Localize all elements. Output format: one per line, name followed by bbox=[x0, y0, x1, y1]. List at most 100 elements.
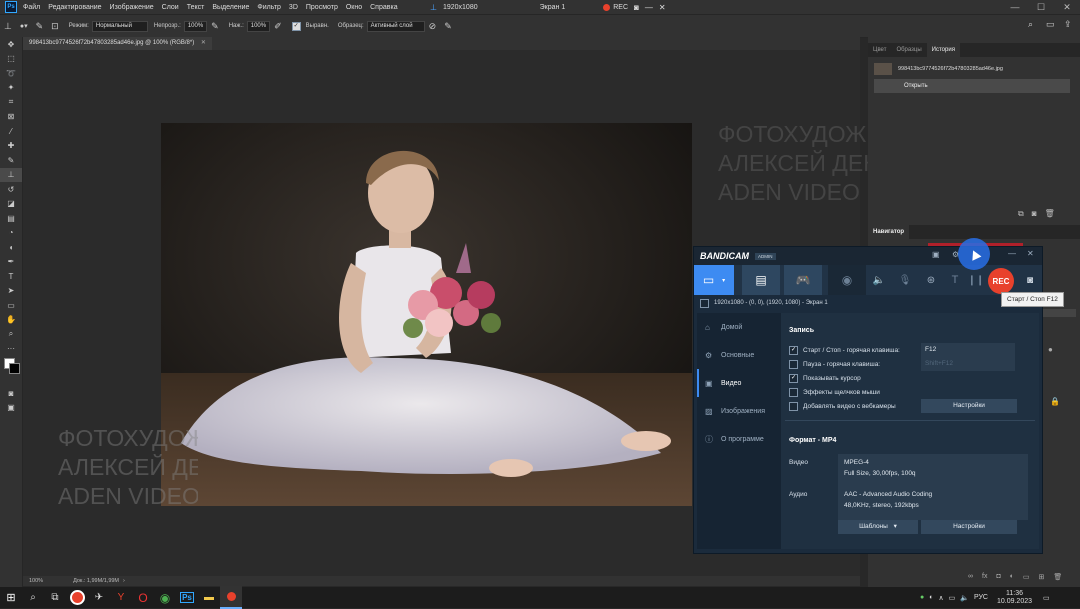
menu-filter[interactable]: Фильтр bbox=[257, 4, 281, 11]
clone-source-icon[interactable]: ⊡ bbox=[51, 21, 59, 32]
text-toggle[interactable]: T bbox=[944, 265, 966, 295]
nav-images[interactable]: ▨ Изображения bbox=[697, 397, 781, 425]
screen-mode-icon[interactable]: ▣ bbox=[0, 401, 22, 416]
tab-navigator[interactable]: Навигатор bbox=[868, 225, 910, 239]
mask-icon[interactable]: ◘ bbox=[996, 573, 1000, 581]
delete-layer-icon[interactable]: 🗑 bbox=[1053, 573, 1062, 581]
network-icon[interactable]: ▭ bbox=[949, 594, 956, 602]
tab-color[interactable]: Цвет bbox=[868, 43, 891, 57]
file-explorer-icon[interactable]: ▬ bbox=[198, 587, 220, 608]
color-swatches[interactable] bbox=[0, 356, 22, 376]
app-generic-icon[interactable]: ✈ bbox=[88, 587, 110, 608]
game-mode-button[interactable]: 🎮 bbox=[784, 265, 822, 295]
path-selection-tool-icon[interactable]: ➤ bbox=[0, 284, 22, 299]
rectangle-tool-icon[interactable]: ▭ bbox=[0, 298, 22, 313]
volume-icon[interactable]: 🔈 bbox=[960, 594, 969, 602]
format-settings-button[interactable]: Настройки bbox=[921, 520, 1017, 534]
webcam-toggle[interactable]: ◉ bbox=[828, 265, 866, 295]
eyedropper-tool-icon[interactable]: ⁄ bbox=[0, 124, 22, 139]
hand-tool-icon[interactable]: ✋ bbox=[0, 313, 22, 328]
menu-image[interactable]: Изображение bbox=[110, 4, 154, 11]
doc-info-arrow-icon[interactable]: › bbox=[123, 578, 125, 584]
menu-view[interactable]: Просмотр bbox=[306, 4, 338, 11]
cursor-toggle[interactable]: ⊛ bbox=[918, 265, 944, 295]
folder-icon[interactable]: ▣ bbox=[932, 250, 940, 259]
tab-swatches[interactable]: Образцы bbox=[891, 43, 926, 57]
photoshop-taskbar-icon[interactable]: Ps bbox=[176, 587, 198, 608]
mini-minimize-icon[interactable]: — bbox=[645, 3, 653, 12]
background-color-swatch[interactable] bbox=[9, 363, 20, 374]
blur-tool-icon[interactable]: ◔ bbox=[0, 226, 22, 241]
tab-history[interactable]: История bbox=[926, 43, 960, 57]
search-taskbar-icon[interactable]: ⌕ bbox=[22, 587, 44, 608]
camera-icon[interactable]: ◙ bbox=[634, 3, 639, 12]
type-tool-icon[interactable]: T bbox=[0, 269, 22, 284]
pressure-field[interactable]: 100% bbox=[246, 20, 271, 32]
menu-help[interactable]: Справка bbox=[370, 4, 397, 11]
pause-hotkey-field[interactable]: Shift+F12 bbox=[921, 357, 1015, 371]
windows-start-icon[interactable]: ⊞ bbox=[0, 587, 22, 608]
airbrush-icon[interactable]: ✐ bbox=[274, 21, 282, 32]
notifications-icon[interactable]: ▭ bbox=[1043, 594, 1050, 602]
clone-stamp-tool-icon[interactable]: ⊥ bbox=[4, 21, 12, 32]
move-tool-icon[interactable]: ✥ bbox=[0, 37, 22, 52]
task-view-icon[interactable]: ⧉ bbox=[44, 587, 66, 608]
group-icon[interactable]: ▭ bbox=[1023, 573, 1030, 581]
marquee-tool-icon[interactable]: ⬚ bbox=[0, 52, 22, 67]
start-stop-hotkey-field[interactable]: F12 bbox=[921, 343, 1015, 357]
record-settings-button[interactable]: Настройки bbox=[921, 399, 1017, 413]
delete-icon[interactable]: 🗑 bbox=[1045, 209, 1055, 219]
dodge-tool-icon[interactable]: ◖ bbox=[0, 240, 22, 255]
language-indicator[interactable]: РУС bbox=[974, 594, 988, 601]
tray-app2-icon[interactable]: ◐ bbox=[929, 594, 933, 601]
clone-stamp-tool-icon-active[interactable]: ⊥ bbox=[0, 167, 22, 182]
tray-app-icon[interactable]: ● bbox=[920, 594, 924, 601]
yandex-browser-icon[interactable]: Y bbox=[110, 587, 132, 608]
pressure-opacity-icon[interactable]: ✎ bbox=[211, 21, 219, 32]
tray-chevron-icon[interactable]: ∧ bbox=[938, 594, 943, 602]
bc-close-icon[interactable]: ✕ bbox=[1027, 249, 1034, 258]
mini-rec-label[interactable]: REC bbox=[613, 4, 628, 11]
target-checkbox[interactable] bbox=[700, 298, 709, 308]
zoom-level[interactable]: 100% bbox=[29, 578, 43, 584]
menu-select[interactable]: Выделение bbox=[212, 4, 249, 11]
screenshot-button[interactable]: ◙ bbox=[1020, 265, 1040, 295]
option-start-stop[interactable]: ✓ Старт / Стоп - горячая клавиша: F12 bbox=[789, 343, 1034, 357]
frame-tool-icon[interactable]: ⊠ bbox=[0, 110, 22, 125]
brush-preset-icon[interactable]: ●▾ bbox=[20, 22, 28, 30]
snapshot-icon[interactable]: ◙ bbox=[1032, 209, 1037, 219]
option-show-cursor[interactable]: ✓ Показывать курсор bbox=[789, 371, 1034, 385]
screen-mode-button[interactable]: ▭ ▾ bbox=[694, 265, 734, 295]
option-click-effects[interactable]: Эффекты щелчков мыши bbox=[789, 385, 1034, 399]
quick-mask-icon[interactable]: ◙ bbox=[0, 386, 22, 401]
option-pause[interactable]: Пауза - горячая клавиша: Shift+F12 bbox=[789, 357, 1034, 371]
opacity-field[interactable]: 100% bbox=[183, 20, 208, 32]
share-icon[interactable]: ⇪ bbox=[1064, 19, 1072, 30]
chrome-icon[interactable]: ◉ bbox=[154, 587, 176, 608]
nav-video[interactable]: ▣ Видео bbox=[697, 369, 781, 397]
align-checkbox[interactable]: ✓ bbox=[291, 21, 301, 31]
nav-general[interactable]: ⚙ Основные bbox=[697, 341, 781, 369]
menu-window[interactable]: Окно bbox=[346, 4, 362, 11]
lasso-tool-icon[interactable]: ➰ bbox=[0, 66, 22, 81]
bandicam-taskbar-icon[interactable] bbox=[220, 586, 242, 609]
bc-minimize-icon[interactable]: — bbox=[1008, 249, 1016, 258]
app-bandicam-icon[interactable] bbox=[66, 587, 88, 608]
opera-icon[interactable]: O bbox=[132, 587, 154, 608]
click-effects-checkbox[interactable] bbox=[789, 387, 798, 397]
pause-checkbox[interactable] bbox=[789, 359, 798, 369]
fx-icon[interactable]: fx bbox=[982, 573, 987, 581]
pin-icon[interactable]: ⊥ bbox=[430, 3, 437, 12]
sample-select[interactable]: Активный слой bbox=[366, 20, 425, 32]
templates-button[interactable]: Шаблоны ▾ bbox=[838, 520, 918, 534]
eraser-tool-icon[interactable]: ◪ bbox=[0, 197, 22, 212]
mini-close-icon[interactable]: ✕ bbox=[659, 3, 666, 12]
mode-select[interactable]: Нормальный bbox=[91, 20, 148, 32]
new-document-icon[interactable]: ⧉ bbox=[1018, 209, 1024, 219]
pressure-size-icon[interactable]: ✎ bbox=[444, 21, 452, 32]
maximize-icon[interactable]: ☐ bbox=[1028, 2, 1054, 13]
history-snapshot[interactable]: 998413bc9774526f72b47803285ad46e.jpg bbox=[868, 61, 1080, 77]
adjustment-icon[interactable]: ◐ bbox=[1010, 573, 1014, 581]
history-step[interactable]: Открыть bbox=[874, 79, 1070, 93]
ignore-adjustment-icon[interactable]: ⊘ bbox=[429, 21, 437, 32]
